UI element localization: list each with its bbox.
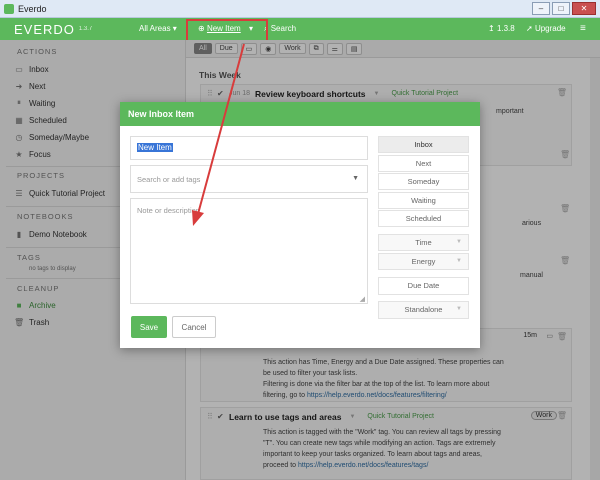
- sync-indicator[interactable]: ↥ 1.3.8: [488, 18, 515, 40]
- window-title: Everdo: [18, 3, 47, 14]
- upgrade-label: Upgrade: [534, 24, 566, 33]
- minimize-button[interactable]: –: [532, 2, 550, 15]
- upgrade-button[interactable]: ➚ Upgrade: [526, 18, 566, 40]
- list-option-next[interactable]: Next: [378, 155, 469, 172]
- caret-down-icon: ▼: [456, 258, 462, 264]
- item-title-value: New Item: [137, 143, 173, 152]
- list-option-inbox[interactable]: Inbox: [378, 136, 469, 153]
- caret-down-icon[interactable]: ▼: [352, 175, 359, 182]
- rocket-icon: ➚: [526, 24, 533, 33]
- tags-placeholder: Search or add tags: [137, 175, 201, 184]
- areas-dropdown[interactable]: All Areas ▾: [139, 18, 177, 40]
- new-inbox-item-dialog: New Inbox Item New Item Search or add ta…: [120, 102, 480, 348]
- standalone-label: Standalone: [404, 305, 443, 314]
- list-option-waiting[interactable]: Waiting: [378, 192, 469, 209]
- time-label: Time: [415, 238, 432, 247]
- sync-arrow-icon: ↥: [488, 24, 495, 33]
- tags-input[interactable]: Search or add tags ▼: [130, 165, 368, 193]
- note-textarea[interactable]: Note or description ◢: [130, 198, 368, 304]
- caret-down-icon: ▼: [456, 306, 462, 312]
- brand-version: 1.3.7: [78, 26, 93, 32]
- note-placeholder: Note or description: [137, 206, 200, 215]
- search-button[interactable]: ⌕ Search: [264, 18, 296, 40]
- caret-down-icon: ▼: [456, 239, 462, 245]
- energy-label: Energy: [411, 257, 436, 266]
- energy-select[interactable]: Energy ▼: [378, 253, 469, 270]
- standalone-select[interactable]: Standalone ▼: [378, 301, 469, 319]
- app-header: EVERDO 1.3.7 All Areas ▾ ⊕ New Item ▾ ⌕ …: [0, 18, 600, 40]
- due-date-button[interactable]: Due Date: [378, 277, 469, 295]
- maximize-button[interactable]: □: [552, 2, 570, 15]
- dialog-title: New Inbox Item: [120, 102, 480, 126]
- close-button[interactable]: ✕: [572, 2, 596, 15]
- sync-version: 1.3.8: [496, 24, 515, 33]
- search-label: Search: [270, 24, 297, 33]
- list-option-scheduled[interactable]: Scheduled: [378, 210, 469, 227]
- app-icon: [4, 3, 14, 14]
- menu-hamburger-icon[interactable]: ≡: [580, 18, 586, 40]
- brand-logo: EVERDO: [14, 21, 75, 37]
- time-select[interactable]: Time ▼: [378, 234, 469, 251]
- save-button[interactable]: Save: [131, 316, 167, 338]
- item-title-input[interactable]: New Item: [130, 136, 368, 160]
- window-titlebar: Everdo – □ ✕: [0, 0, 600, 18]
- cancel-button[interactable]: Cancel: [172, 316, 216, 338]
- resize-handle-icon[interactable]: ◢: [360, 295, 365, 303]
- list-option-someday[interactable]: Someday: [378, 173, 469, 190]
